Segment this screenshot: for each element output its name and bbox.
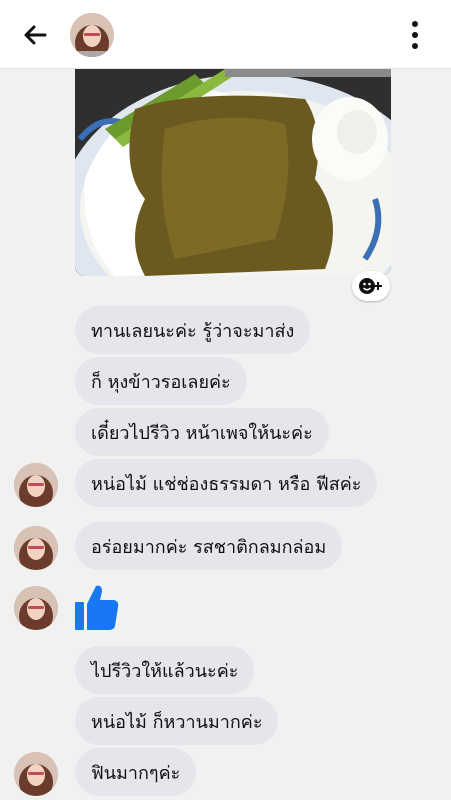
thumbs-up-icon[interactable] (74, 582, 120, 632)
message-bubble[interactable]: หน่อไม้ แช่ช่องธรรมดา หรือ ฟีสค่ะ (75, 459, 378, 507)
message-bubble[interactable]: ก็ หุงข้าวรอเลยค่ะ (75, 357, 247, 405)
message-text: หน่อไม้ แช่ช่องธรรมดา หรือ ฟีสค่ะ (91, 473, 362, 495)
message-text: ฟินมากๆค่ะ (91, 762, 181, 784)
message-bubble[interactable]: ฟินมากๆค่ะ (75, 748, 197, 796)
message-text: ไปรีวิวให้แล้วนะค่ะ (91, 660, 239, 682)
message-text: ก็ หุงข้าวรอเลยค่ะ (91, 371, 231, 393)
message-bubble[interactable]: ทานเลยนะค่ะ รู้ว่าจะมาส่ง (75, 306, 311, 354)
contact-avatar[interactable] (70, 13, 114, 57)
message-bubble[interactable]: หน่อไม้ ก็หวานมากค่ะ (75, 697, 279, 745)
back-button[interactable] (20, 20, 50, 50)
sender-avatar[interactable] (14, 526, 58, 570)
sender-avatar[interactable] (14, 752, 58, 796)
more-options-button[interactable] (400, 18, 430, 52)
message-text: ทานเลยนะค่ะ รู้ว่าจะมาส่ง (91, 320, 295, 342)
message-text: หน่อไม้ ก็หวานมากค่ะ (91, 711, 263, 733)
sender-avatar[interactable] (14, 586, 58, 630)
arrow-left-icon (24, 25, 47, 45)
add-reaction-button[interactable] (352, 271, 390, 301)
three-dots-vertical-icon (412, 21, 418, 49)
message-text: เดี๋ยวไปรีวิว หน้าเพจให้นะค่ะ (91, 422, 313, 444)
food-photo[interactable] (75, 69, 391, 276)
chat-header (0, 0, 451, 69)
message-bubble[interactable]: อร่อยมากค่ะ รสชาติกลมกล่อม (75, 522, 343, 570)
smiley-plus-icon (359, 278, 382, 294)
sender-avatar[interactable] (14, 463, 58, 507)
message-bubble[interactable]: เดี๋ยวไปรีวิว หน้าเพจให้นะค่ะ (75, 408, 329, 456)
message-bubble[interactable]: ไปรีวิวให้แล้วนะค่ะ (75, 646, 255, 694)
message-text: อร่อยมากค่ะ รสชาติกลมกล่อม (91, 536, 327, 558)
